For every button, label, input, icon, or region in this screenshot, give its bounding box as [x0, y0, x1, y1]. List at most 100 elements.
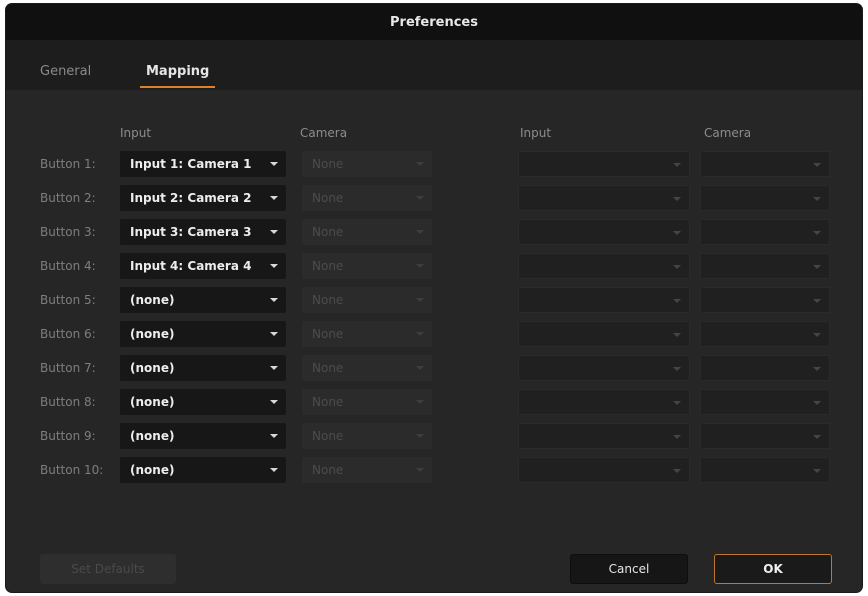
button-2-camera-dropdown-value: None: [312, 191, 344, 205]
chevron-down-icon: [673, 401, 681, 405]
chevron-down-icon: [270, 468, 278, 472]
button-1-camera-dropdown[interactable]: None: [302, 151, 432, 177]
window-title: Preferences: [390, 14, 478, 30]
button-1-label: Button 1:: [40, 157, 96, 171]
button-1-right-camera-dropdown[interactable]: [700, 151, 830, 177]
button-10-input-dropdown-value: (none): [130, 463, 175, 477]
button-9-camera-dropdown[interactable]: None: [302, 423, 432, 449]
button-4-input-dropdown-value: Input 4: Camera 4: [130, 259, 252, 273]
button-8-camera-dropdown[interactable]: None: [302, 389, 432, 415]
chevron-down-icon: [270, 162, 278, 166]
tab-mapping[interactable]: Mapping: [140, 40, 216, 90]
button-2-right-input-dropdown[interactable]: [518, 185, 690, 211]
button-7-input-dropdown-value: (none): [130, 361, 175, 375]
cancel-button[interactable]: Cancel: [570, 554, 688, 584]
button-10-input-dropdown[interactable]: (none): [120, 457, 286, 483]
button-4-input-dropdown[interactable]: Input 4: Camera 4: [120, 253, 286, 279]
title-bar: Preferences: [6, 4, 862, 40]
preferences-window: Preferences General Mapping Input Camera…: [6, 4, 862, 592]
button-3-right-camera-dropdown[interactable]: [700, 219, 830, 245]
column-header-input: Input: [120, 126, 152, 140]
chevron-down-icon: [673, 435, 681, 439]
button-5-right-camera-dropdown[interactable]: [700, 287, 830, 313]
button-10-camera-dropdown[interactable]: None: [302, 457, 432, 483]
chevron-down-icon: [416, 332, 424, 336]
button-5-camera-dropdown-value: None: [312, 293, 344, 307]
chevron-down-icon: [813, 197, 821, 201]
chevron-down-icon: [673, 469, 681, 473]
chevron-down-icon: [416, 400, 424, 404]
button-3-camera-dropdown[interactable]: None: [302, 219, 432, 245]
button-9-camera-dropdown-value: None: [312, 429, 344, 443]
chevron-down-icon: [673, 265, 681, 269]
button-5-right-input-dropdown[interactable]: [518, 287, 690, 313]
button-1-input-dropdown[interactable]: Input 1: Camera 1: [120, 151, 286, 177]
button-5-label: Button 5:: [40, 293, 96, 307]
button-2-right-camera-dropdown[interactable]: [700, 185, 830, 211]
chevron-down-icon: [270, 434, 278, 438]
chevron-down-icon: [673, 163, 681, 167]
button-7-label: Button 7:: [40, 361, 96, 375]
chevron-down-icon: [673, 333, 681, 337]
set-defaults-button[interactable]: Set Defaults: [40, 554, 176, 584]
chevron-down-icon: [270, 196, 278, 200]
tab-mapping-label: Mapping: [146, 64, 210, 79]
button-8-right-camera-dropdown[interactable]: [700, 389, 830, 415]
button-5-input-dropdown[interactable]: (none): [120, 287, 286, 313]
button-2-camera-dropdown[interactable]: None: [302, 185, 432, 211]
button-9-right-camera-dropdown[interactable]: [700, 423, 830, 449]
button-8-input-dropdown-value: (none): [130, 395, 175, 409]
tab-general-label: General: [40, 64, 92, 79]
button-6-input-dropdown[interactable]: (none): [120, 321, 286, 347]
chevron-down-icon: [416, 230, 424, 234]
chevron-down-icon: [673, 299, 681, 303]
chevron-down-icon: [813, 333, 821, 337]
tab-general[interactable]: General: [40, 40, 91, 90]
button-10-right-input-dropdown[interactable]: [518, 457, 690, 483]
button-8-label: Button 8:: [40, 395, 96, 409]
chevron-down-icon: [673, 231, 681, 235]
chevron-down-icon: [813, 231, 821, 235]
button-6-right-input-dropdown[interactable]: [518, 321, 690, 347]
button-9-input-dropdown[interactable]: (none): [120, 423, 286, 449]
chevron-down-icon: [813, 265, 821, 269]
button-2-input-dropdown[interactable]: Input 2: Camera 2: [120, 185, 286, 211]
button-5-camera-dropdown[interactable]: None: [302, 287, 432, 313]
button-3-right-input-dropdown[interactable]: [518, 219, 690, 245]
button-7-camera-dropdown[interactable]: None: [302, 355, 432, 381]
button-1-camera-dropdown-value: None: [312, 157, 344, 171]
button-8-input-dropdown[interactable]: (none): [120, 389, 286, 415]
button-9-input-dropdown-value: (none): [130, 429, 175, 443]
button-8-right-input-dropdown[interactable]: [518, 389, 690, 415]
button-6-camera-dropdown-value: None: [312, 327, 344, 341]
column-header-camera: Camera: [300, 126, 348, 140]
chevron-down-icon: [416, 434, 424, 438]
button-4-right-input-dropdown[interactable]: [518, 253, 690, 279]
button-8-camera-dropdown-value: None: [312, 395, 344, 409]
button-9-right-input-dropdown[interactable]: [518, 423, 690, 449]
button-4-camera-dropdown[interactable]: None: [302, 253, 432, 279]
chevron-down-icon: [673, 197, 681, 201]
chevron-down-icon: [270, 298, 278, 302]
mapping-panel: Input Camera Input Camera Button 1: Input…: [6, 90, 862, 592]
chevron-down-icon: [270, 400, 278, 404]
chevron-down-icon: [416, 196, 424, 200]
column-header-camera-right: Camera: [704, 126, 752, 140]
button-7-right-camera-dropdown[interactable]: [700, 355, 830, 381]
button-4-right-camera-dropdown[interactable]: [700, 253, 830, 279]
chevron-down-icon: [813, 435, 821, 439]
button-7-input-dropdown[interactable]: (none): [120, 355, 286, 381]
chevron-down-icon: [416, 468, 424, 472]
chevron-down-icon: [673, 367, 681, 371]
button-7-right-input-dropdown[interactable]: [518, 355, 690, 381]
button-10-right-camera-dropdown[interactable]: [700, 457, 830, 483]
tab-bar: General Mapping: [6, 40, 862, 90]
button-6-camera-dropdown[interactable]: None: [302, 321, 432, 347]
button-1-right-input-dropdown[interactable]: [518, 151, 690, 177]
button-7-camera-dropdown-value: None: [312, 361, 344, 375]
button-3-input-dropdown[interactable]: Input 3: Camera 3: [120, 219, 286, 245]
ok-button[interactable]: OK: [714, 554, 832, 584]
chevron-down-icon: [813, 469, 821, 473]
button-6-right-camera-dropdown[interactable]: [700, 321, 830, 347]
button-5-input-dropdown-value: (none): [130, 293, 175, 307]
